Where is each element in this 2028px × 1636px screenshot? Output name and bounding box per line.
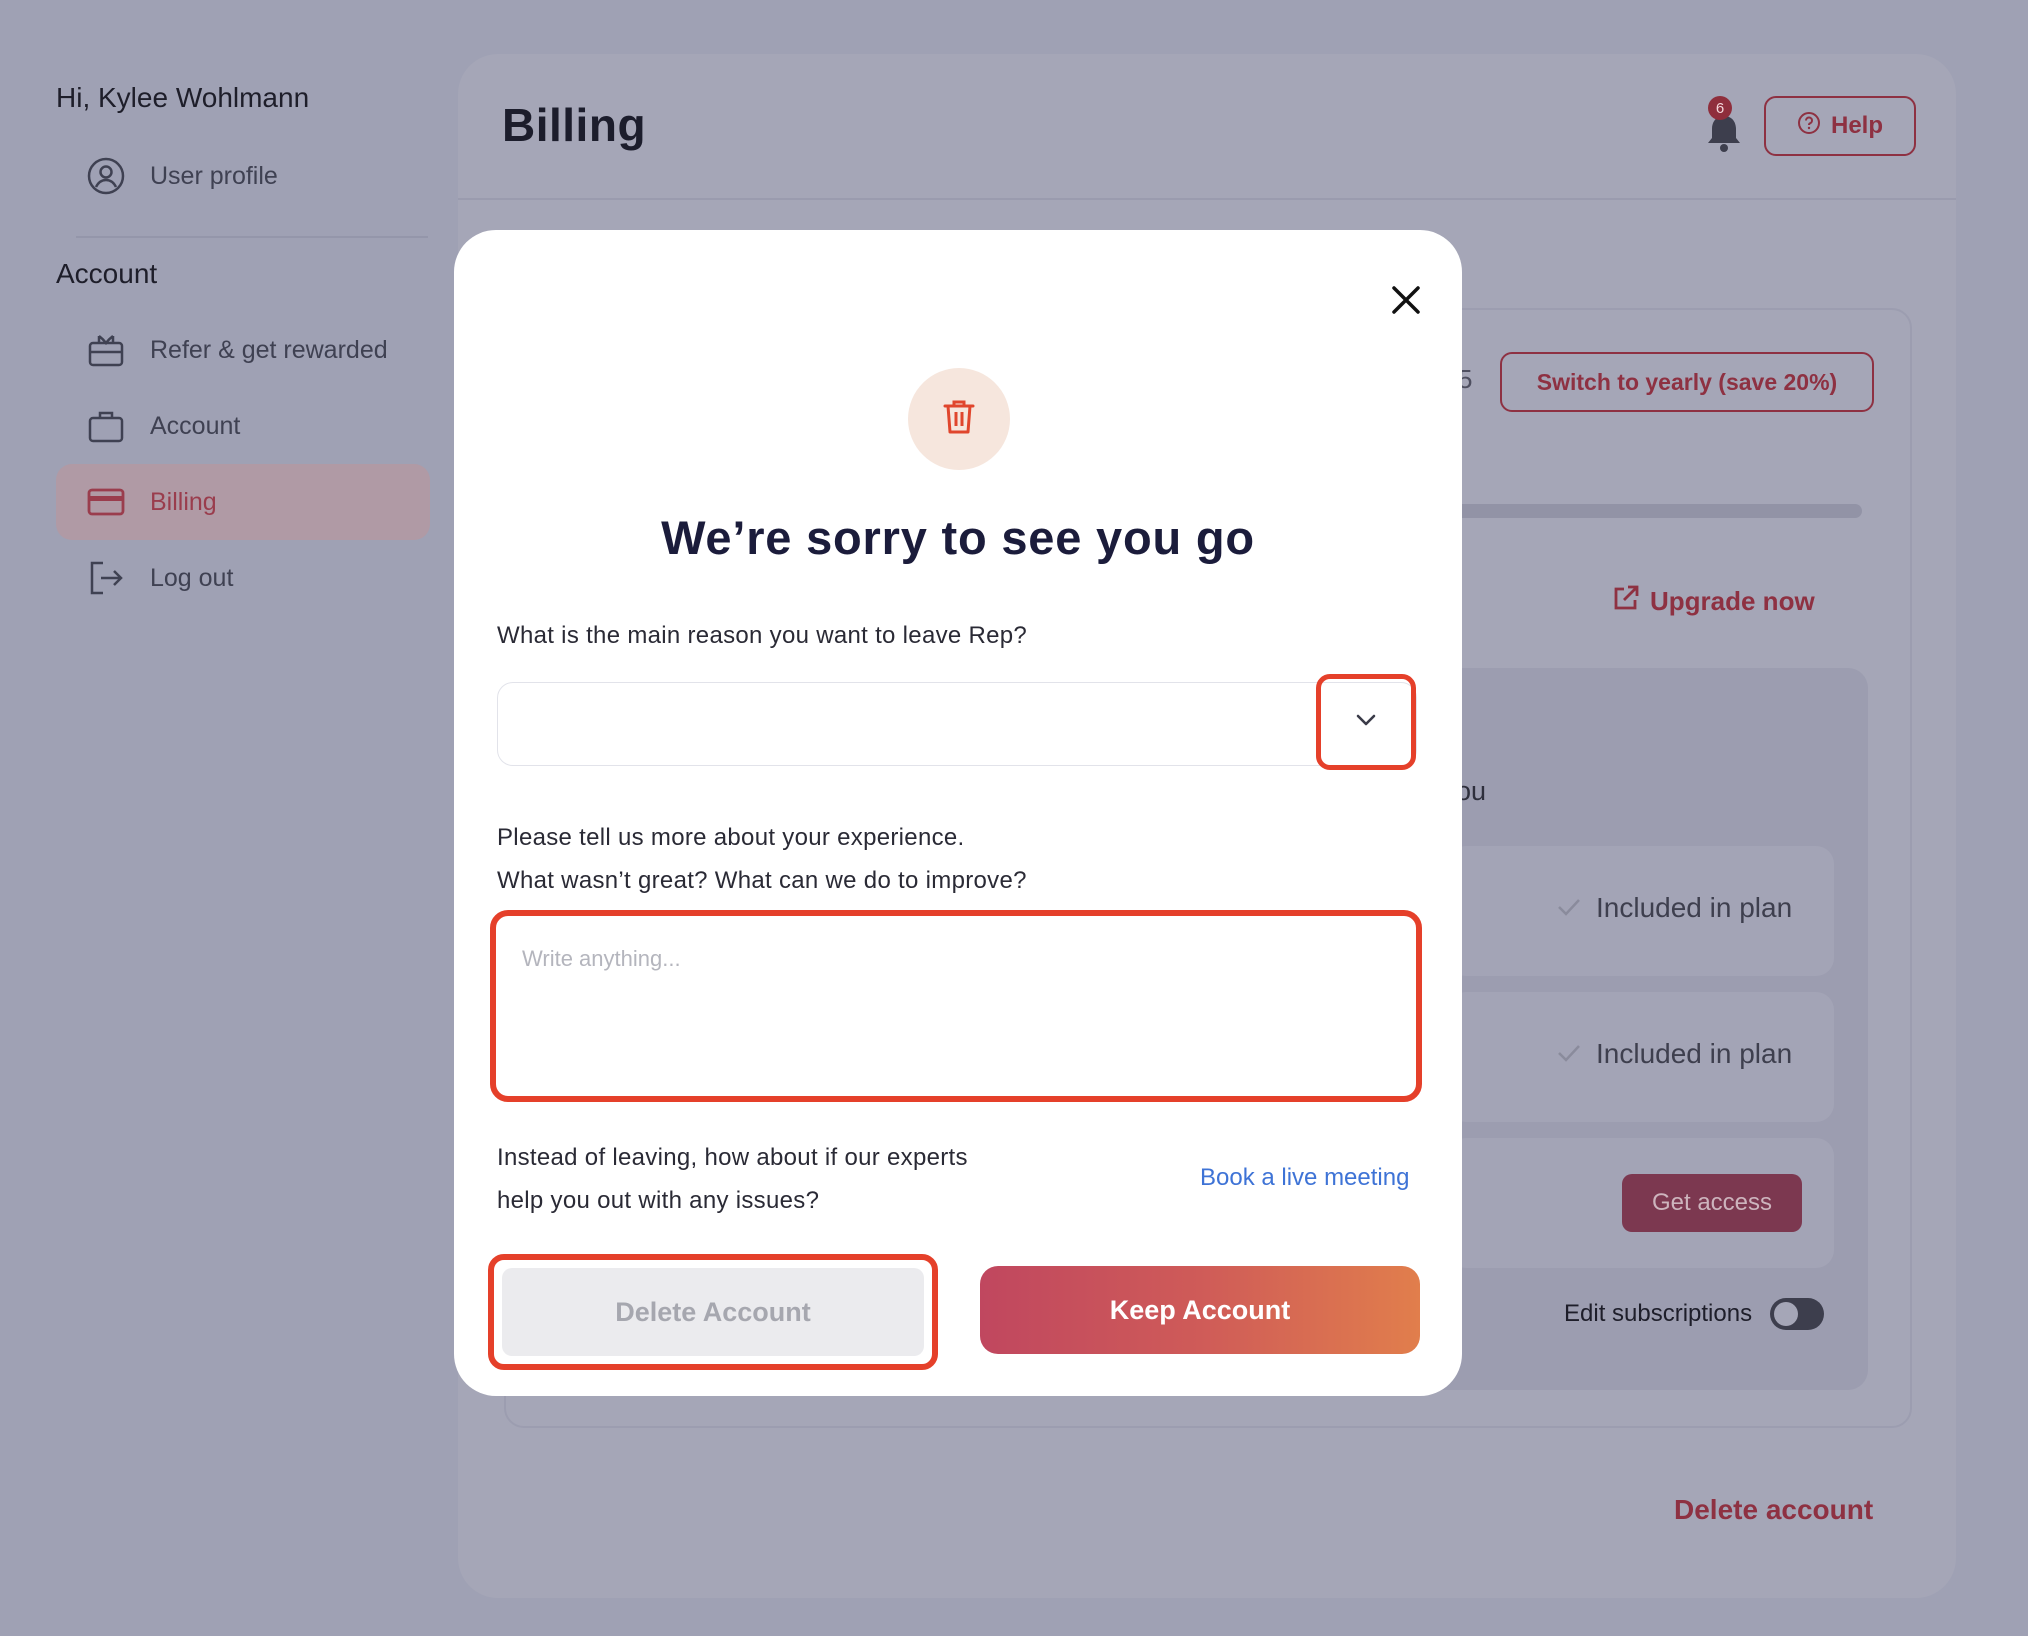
keep-account-button[interactable]: Keep Account [980, 1266, 1420, 1354]
feedback-prompt-line: Please tell us more about your experienc… [497, 824, 965, 851]
get-access-button[interactable]: Get access [1622, 1174, 1802, 1232]
credit-card-icon [86, 482, 126, 522]
feature-status: Included in plan [1556, 1038, 1792, 1070]
edit-subscriptions-toggle[interactable] [1770, 1298, 1824, 1330]
user-circle-icon [86, 156, 126, 196]
sidebar-item-label: Billing [150, 487, 217, 516]
reason-question: What is the main reason you want to leav… [497, 622, 1028, 649]
delete-account-button-wrapper: Delete Account [488, 1254, 938, 1370]
upgrade-label: Upgrade now [1650, 586, 1815, 616]
delete-account-button[interactable]: Delete Account [502, 1268, 924, 1356]
edit-subscriptions-label: Edit subscriptions [1564, 1300, 1753, 1327]
delete-account-modal: We’re sorry to see you go What is the ma… [454, 230, 1462, 1396]
header-divider [458, 198, 1956, 200]
sidebar-item-user-profile[interactable]: User profile [56, 138, 430, 214]
check-icon [1556, 892, 1582, 924]
feedback-field-wrapper [490, 910, 1422, 1102]
sidebar-divider [76, 236, 428, 238]
feature-status: Included in plan [1556, 892, 1792, 924]
sidebar-item-label: Log out [150, 563, 234, 592]
upgrade-now-link[interactable]: Upgrade now [1612, 584, 1815, 619]
help-button[interactable]: Help [1764, 96, 1916, 156]
sidebar-item-refer[interactable]: Refer & get rewarded [56, 312, 430, 388]
close-icon[interactable] [1382, 276, 1430, 324]
feedback-prompt: Please tell us more about your experienc… [497, 816, 1027, 902]
sidebar-item-label: Account [150, 411, 241, 440]
sidebar-item-billing[interactable]: Billing [56, 464, 430, 540]
feedback-prompt-line: What wasn’t great? What can we do to imp… [497, 867, 1027, 894]
sidebar-item-logout[interactable]: Log out [56, 540, 430, 616]
delete-account-link[interactable]: Delete account [1674, 1494, 1873, 1526]
question-circle-icon [1797, 111, 1821, 142]
switch-yearly-button[interactable]: Switch to yearly (save 20%) [1500, 352, 1874, 412]
chevron-down-icon [1354, 712, 1378, 733]
sidebar-item-label: Refer & get rewarded [150, 335, 388, 364]
reason-dropdown-toggle[interactable] [1316, 674, 1416, 770]
reason-select[interactable] [497, 682, 1417, 766]
external-link-icon [1612, 584, 1640, 619]
trash-icon-badge [908, 368, 1010, 470]
modal-title: We’re sorry to see you go [661, 511, 1255, 564]
feature-status-label: Included in plan [1596, 1038, 1793, 1069]
sidebar: Hi, Kylee Wohlmann User profile Account … [0, 0, 440, 1636]
user-greeting: Hi, Kylee Wohlmann [56, 82, 310, 113]
book-live-meeting-link[interactable]: Book a live meeting [1200, 1164, 1409, 1192]
sidebar-section-title: Account [56, 258, 158, 289]
feedback-textarea[interactable] [496, 916, 1416, 1096]
gift-icon [86, 330, 126, 370]
logout-icon [86, 558, 126, 598]
trash-icon [942, 398, 976, 441]
notification-badge: 6 [1708, 96, 1732, 120]
briefcase-icon [86, 406, 126, 446]
page-title: Billing [502, 99, 647, 151]
check-icon [1556, 1038, 1582, 1070]
feature-status-label: Included in plan [1596, 892, 1793, 923]
expert-suggestion: Instead of leaving, how about if our exp… [497, 1136, 1057, 1222]
suggestion-line: Instead of leaving, how about if our exp… [497, 1144, 968, 1171]
help-label: Help [1830, 112, 1883, 139]
sidebar-item-account[interactable]: Account [56, 388, 430, 464]
usage-progress-bar [1448, 504, 1862, 518]
suggestion-line: help you out with any issues? [497, 1187, 820, 1214]
sidebar-item-label: User profile [150, 161, 278, 190]
